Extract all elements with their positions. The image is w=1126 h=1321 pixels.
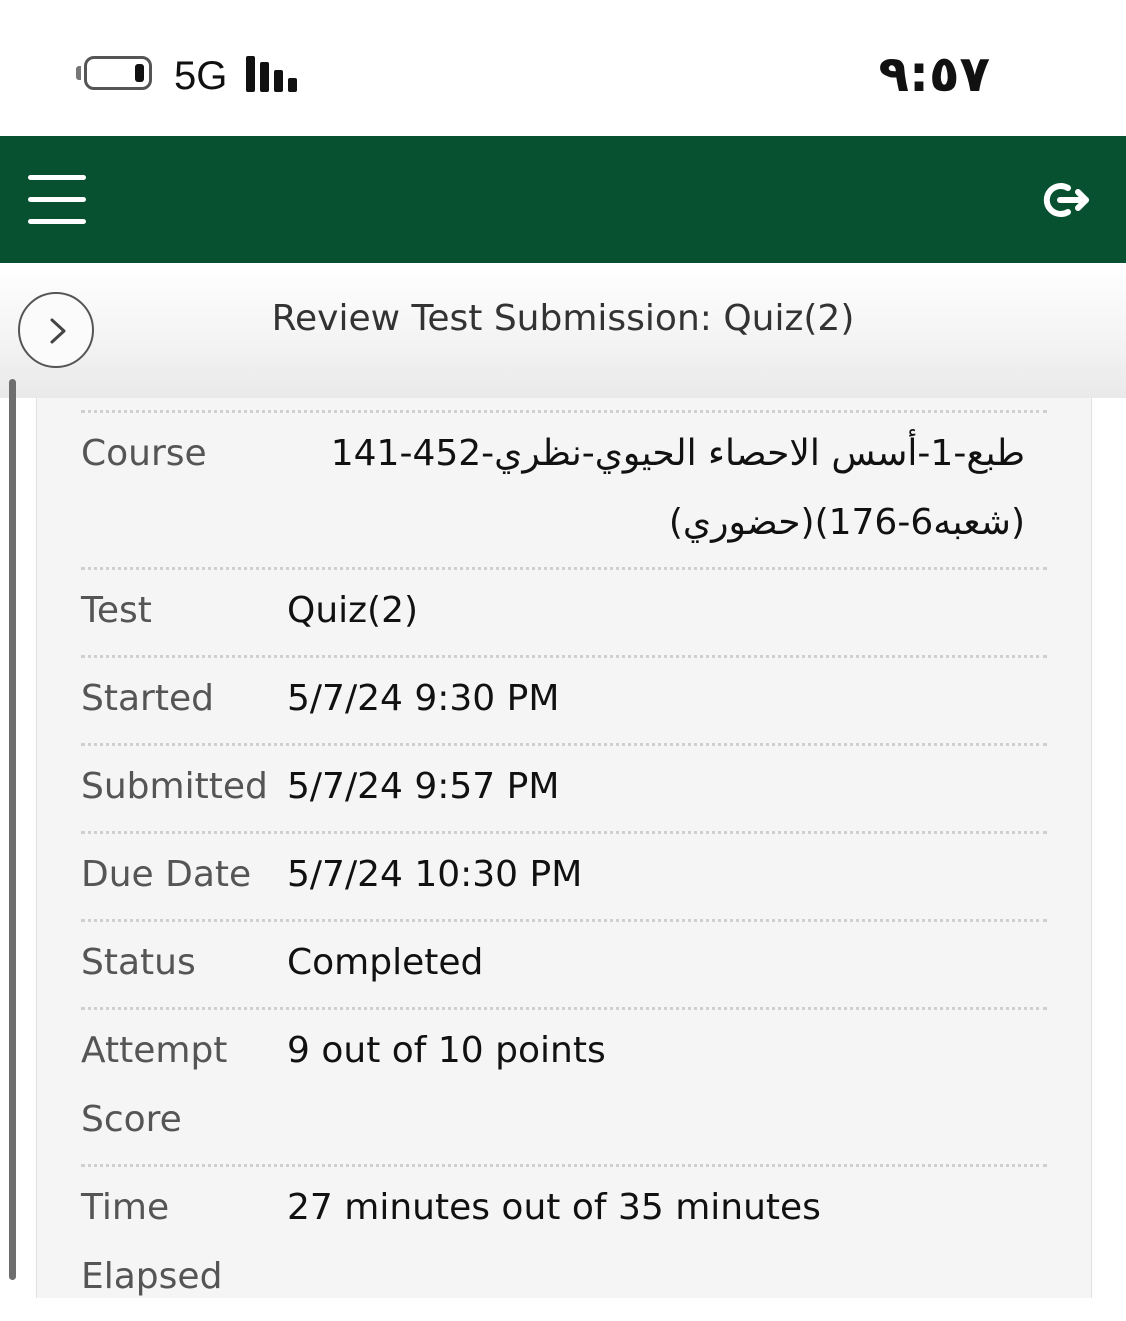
detail-label: Test <box>81 590 152 631</box>
page-header: Review Test Submission: Quiz(2) <box>0 263 1126 398</box>
signal-strength-icon <box>246 56 306 92</box>
battery-cap <box>76 66 81 80</box>
detail-row-course: Course طبع-1-أسس الاحصاء الحيوي-نظري-452… <box>81 410 1047 567</box>
logout-icon[interactable] <box>1040 180 1092 220</box>
page-title: Review Test Submission: Quiz(2) <box>271 298 855 339</box>
detail-label: Started <box>81 678 214 719</box>
battery-icon <box>84 56 152 90</box>
detail-value: Quiz(2) <box>287 590 419 631</box>
detail-value: Completed <box>287 942 484 983</box>
left-scroll-rail[interactable] <box>9 379 16 1280</box>
status-clock: ٩:٥٧ <box>878 45 990 103</box>
detail-label: Attempt Score <box>81 1030 228 1140</box>
detail-label: Submitted <box>81 766 268 807</box>
detail-row-attempt-score: Attempt Score 9 out of 10 points <box>81 1007 1047 1164</box>
hamburger-menu-icon[interactable] <box>28 175 88 225</box>
submission-details-table: Course طبع-1-أسس الاحصاء الحيوي-نظري-452… <box>81 410 1047 1321</box>
submission-details-panel: Course طبع-1-أسس الاحصاء الحيوي-نظري-452… <box>36 398 1092 1298</box>
detail-value: 5/7/24 9:30 PM <box>287 678 560 719</box>
network-label: 5G <box>174 54 228 98</box>
detail-value: 5/7/24 10:30 PM <box>287 854 583 895</box>
detail-label: Time Elapsed <box>81 1187 223 1297</box>
detail-row-due-date: Due Date 5/7/24 10:30 PM <box>81 831 1047 919</box>
battery-level <box>135 64 144 82</box>
detail-label: Due Date <box>81 854 252 895</box>
detail-label: Course <box>81 433 207 474</box>
detail-value: 5/7/24 9:57 PM <box>287 766 560 807</box>
detail-row-time-elapsed: Time Elapsed 27 minutes out of 35 minute… <box>81 1164 1047 1321</box>
top-navigation-bar <box>0 136 1126 263</box>
detail-label: Status <box>81 942 196 983</box>
detail-value: 9 out of 10 points <box>287 1030 606 1071</box>
status-bar: 5G ٩:٥٧ <box>0 0 1126 136</box>
detail-row-test: Test Quiz(2) <box>81 567 1047 655</box>
detail-value: طبع-1-أسس الاحصاء الحيوي-نظري-452-141 (ش… <box>330 433 1025 543</box>
detail-row-submitted: Submitted 5/7/24 9:57 PM <box>81 743 1047 831</box>
detail-row-status: Status Completed <box>81 919 1047 1007</box>
detail-value: 27 minutes out of 35 minutes <box>287 1187 821 1228</box>
detail-row-started: Started 5/7/24 9:30 PM <box>81 655 1047 743</box>
